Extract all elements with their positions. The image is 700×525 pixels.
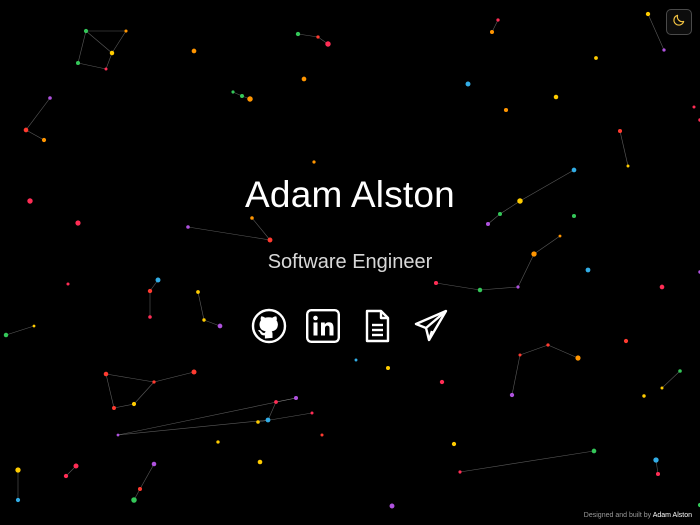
footer-credit: Designed and built by Adam Alston — [584, 512, 692, 519]
hero-section: Adam Alston Software Engineer — [0, 0, 700, 525]
contact-link[interactable] — [412, 309, 450, 347]
social-links — [248, 308, 452, 349]
footer-author: Adam Alston — [652, 512, 692, 519]
github-link[interactable] — [250, 308, 288, 349]
resume-link[interactable] — [358, 309, 396, 347]
page-title: Adam Alston — [245, 174, 455, 215]
resume-document-icon — [359, 308, 395, 349]
github-icon — [251, 308, 287, 349]
job-title: Software Engineer — [267, 251, 433, 273]
linkedin-link[interactable] — [304, 308, 342, 349]
linkedin-icon — [305, 308, 341, 349]
paper-plane-icon — [413, 308, 449, 349]
footer-prefix: Designed and built by — [583, 512, 652, 519]
